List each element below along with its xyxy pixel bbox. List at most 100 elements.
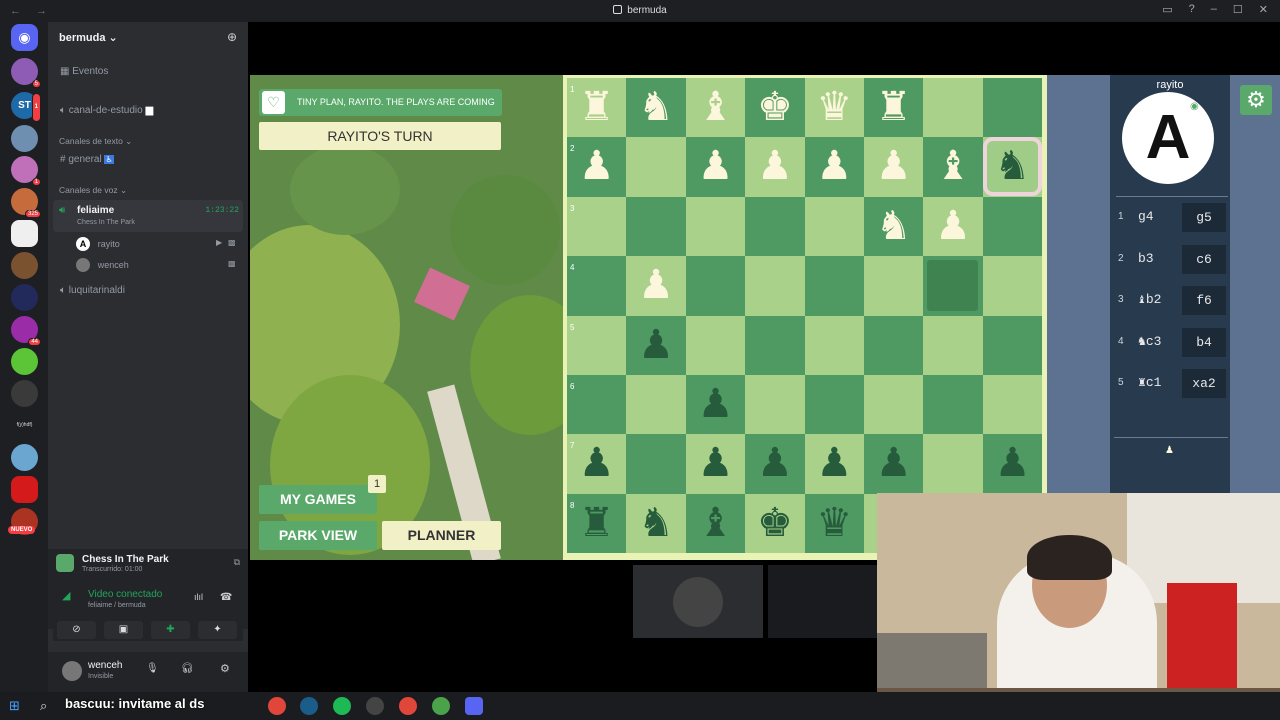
chess-piece[interactable]: ♟	[626, 316, 685, 375]
board-square[interactable]	[804, 315, 864, 375]
activity-card[interactable]: Chess In The Park Transcurrido: 01:00 ⧉	[54, 553, 242, 577]
white-move[interactable]: b3	[1138, 251, 1154, 266]
white-move[interactable]: ♞c3	[1138, 334, 1161, 349]
discord-icon[interactable]	[465, 697, 483, 715]
voice-category[interactable]: Canales de voz ⌄	[59, 185, 259, 196]
server-icon[interactable]	[11, 125, 38, 152]
chess-board[interactable]: ♜ ♞ ♝ ♚ ♛ ♜ ♟ ♟ ♟ ♟ ♟ ♝ ♞ ♟ ♟ ♟ ♟ ♟ ♟ ♟ ♟ ♟ ♟ ♜ ♞ ♝ ♚ ♛ ♞ 1 2 3 4 5 6 7 8	[563, 75, 1047, 560]
server-icon[interactable]	[11, 252, 38, 279]
black-move[interactable]: xa2	[1182, 369, 1226, 398]
chess-piece[interactable]: ♛	[805, 494, 864, 553]
participant-video[interactable]	[633, 565, 763, 638]
participant-video[interactable]	[768, 565, 878, 638]
board-square[interactable]	[864, 375, 924, 435]
voice-member[interactable]: A rayito ▶ ▩	[76, 237, 276, 251]
headphones-icon[interactable]: 🎧︎	[181, 663, 194, 674]
chess-piece[interactable]: ♟	[686, 375, 745, 434]
white-move[interactable]: ♝b2	[1138, 292, 1161, 307]
board-square[interactable]	[745, 256, 805, 316]
selected-piece[interactable]: ♞	[982, 137, 1042, 197]
chess-piece[interactable]: ♟	[805, 137, 864, 196]
board-square[interactable]	[685, 315, 746, 375]
my-games-button[interactable]: MY GAMES	[259, 485, 377, 514]
chess-piece[interactable]: ♚	[745, 494, 804, 553]
text-category[interactable]: Canales de texto ⌄	[59, 136, 259, 147]
popout-icon[interactable]: ⧉	[234, 557, 240, 568]
server-name[interactable]: bermuda ⌄	[59, 31, 118, 44]
noise-icon[interactable]: ılıl	[194, 592, 203, 602]
black-move[interactable]: f6	[1182, 286, 1226, 315]
inbox-icon[interactable]: ▭	[1162, 3, 1172, 16]
camera-off-button[interactable]: ⊘	[57, 621, 96, 639]
voice-channel-feliaime[interactable]: 🔊︎ feliaime Chess In The Park 1:23:22	[53, 200, 243, 232]
board-square[interactable]	[745, 315, 805, 375]
avatar[interactable]	[62, 661, 82, 681]
black-move[interactable]: c6	[1182, 244, 1226, 274]
chess-piece[interactable]: ♚	[745, 78, 804, 137]
windows-start-icon[interactable]: ⊞	[9, 698, 20, 714]
mic-icon[interactable]: 🎙︎	[146, 663, 159, 674]
server-icon[interactable]: ST 1	[11, 92, 41, 122]
chess-piece[interactable]: ♞	[864, 197, 923, 256]
chess-piece[interactable]: ♟	[923, 197, 982, 256]
chess-piece[interactable]: ♟	[686, 434, 745, 493]
board-square[interactable]	[804, 375, 864, 435]
board-square[interactable]	[864, 256, 924, 316]
chess-piece[interactable]: ♞	[626, 494, 685, 553]
board-square[interactable]	[804, 256, 864, 316]
channel-general[interactable]: # general ♿	[60, 154, 260, 165]
voice-channel-luquitarinaldi[interactable]: 🔈︎ luquitarinaldi	[60, 285, 260, 296]
close-button[interactable]: ✕	[1259, 3, 1268, 16]
board-square[interactable]	[745, 196, 805, 257]
server-icon[interactable]	[11, 476, 38, 503]
search-icon[interactable]: ⌕	[40, 698, 47, 714]
board-square[interactable]	[567, 315, 627, 375]
chess-piece[interactable]: ♟	[626, 256, 685, 315]
events-item[interactable]: ▦ Eventos	[60, 66, 260, 77]
discord-home-icon[interactable]: ◉	[11, 24, 38, 51]
park-view-button[interactable]: PARK VIEW	[259, 521, 377, 550]
game-settings-button[interactable]: ⚙	[1240, 85, 1272, 115]
server-icon[interactable]	[11, 348, 38, 375]
highlight-square[interactable]	[927, 260, 979, 312]
chess-piece[interactable]: ♟	[864, 137, 923, 196]
server-icon[interactable]: f(y)hdf)	[11, 412, 38, 439]
black-move[interactable]: b4	[1182, 327, 1226, 357]
board-square[interactable]	[982, 315, 1043, 375]
board-square[interactable]	[626, 375, 686, 435]
board-square[interactable]	[923, 375, 983, 435]
chess-piece[interactable]: ♟	[686, 137, 745, 196]
board-square[interactable]	[923, 78, 983, 138]
board-square[interactable]	[864, 315, 924, 375]
board-square[interactable]	[626, 434, 686, 494]
chess-piece[interactable]: ♟	[864, 434, 923, 493]
board-square[interactable]	[804, 196, 864, 257]
steam-icon[interactable]	[300, 697, 318, 715]
board-square[interactable]	[626, 196, 686, 257]
chess-piece[interactable]: ♝	[686, 78, 745, 137]
obs-icon[interactable]	[366, 697, 384, 715]
maximize-button[interactable]: ☐	[1233, 3, 1243, 16]
server-icon[interactable]: 44	[11, 316, 41, 346]
voice-member[interactable]: wenceh ▩	[76, 258, 276, 272]
board-square[interactable]	[923, 434, 983, 494]
chess-piece[interactable]: ♝	[686, 494, 745, 553]
chess-piece[interactable]: ♜	[567, 494, 626, 553]
invite-icon[interactable]: ⊕	[227, 30, 237, 44]
board-square[interactable]	[567, 256, 627, 316]
server-icon[interactable]	[11, 284, 38, 311]
activity-button[interactable]: ✚	[151, 621, 190, 639]
chess-piece[interactable]: ♜	[567, 78, 626, 137]
soundboard-button[interactable]: ✦	[198, 621, 237, 639]
board-square[interactable]	[685, 256, 746, 316]
chess-piece[interactable]: ♝	[923, 137, 982, 196]
chess-piece[interactable]: ♞	[626, 78, 685, 137]
server-icon[interactable]	[11, 380, 38, 407]
server-icon[interactable]	[11, 220, 38, 247]
board-square[interactable]	[745, 375, 805, 435]
board-square[interactable]	[567, 375, 627, 435]
chess-piece[interactable]: ♟	[745, 434, 804, 493]
settings-icon[interactable]: ⚙	[220, 662, 230, 675]
chrome-icon[interactable]	[432, 697, 450, 715]
board-square[interactable]	[982, 196, 1043, 257]
